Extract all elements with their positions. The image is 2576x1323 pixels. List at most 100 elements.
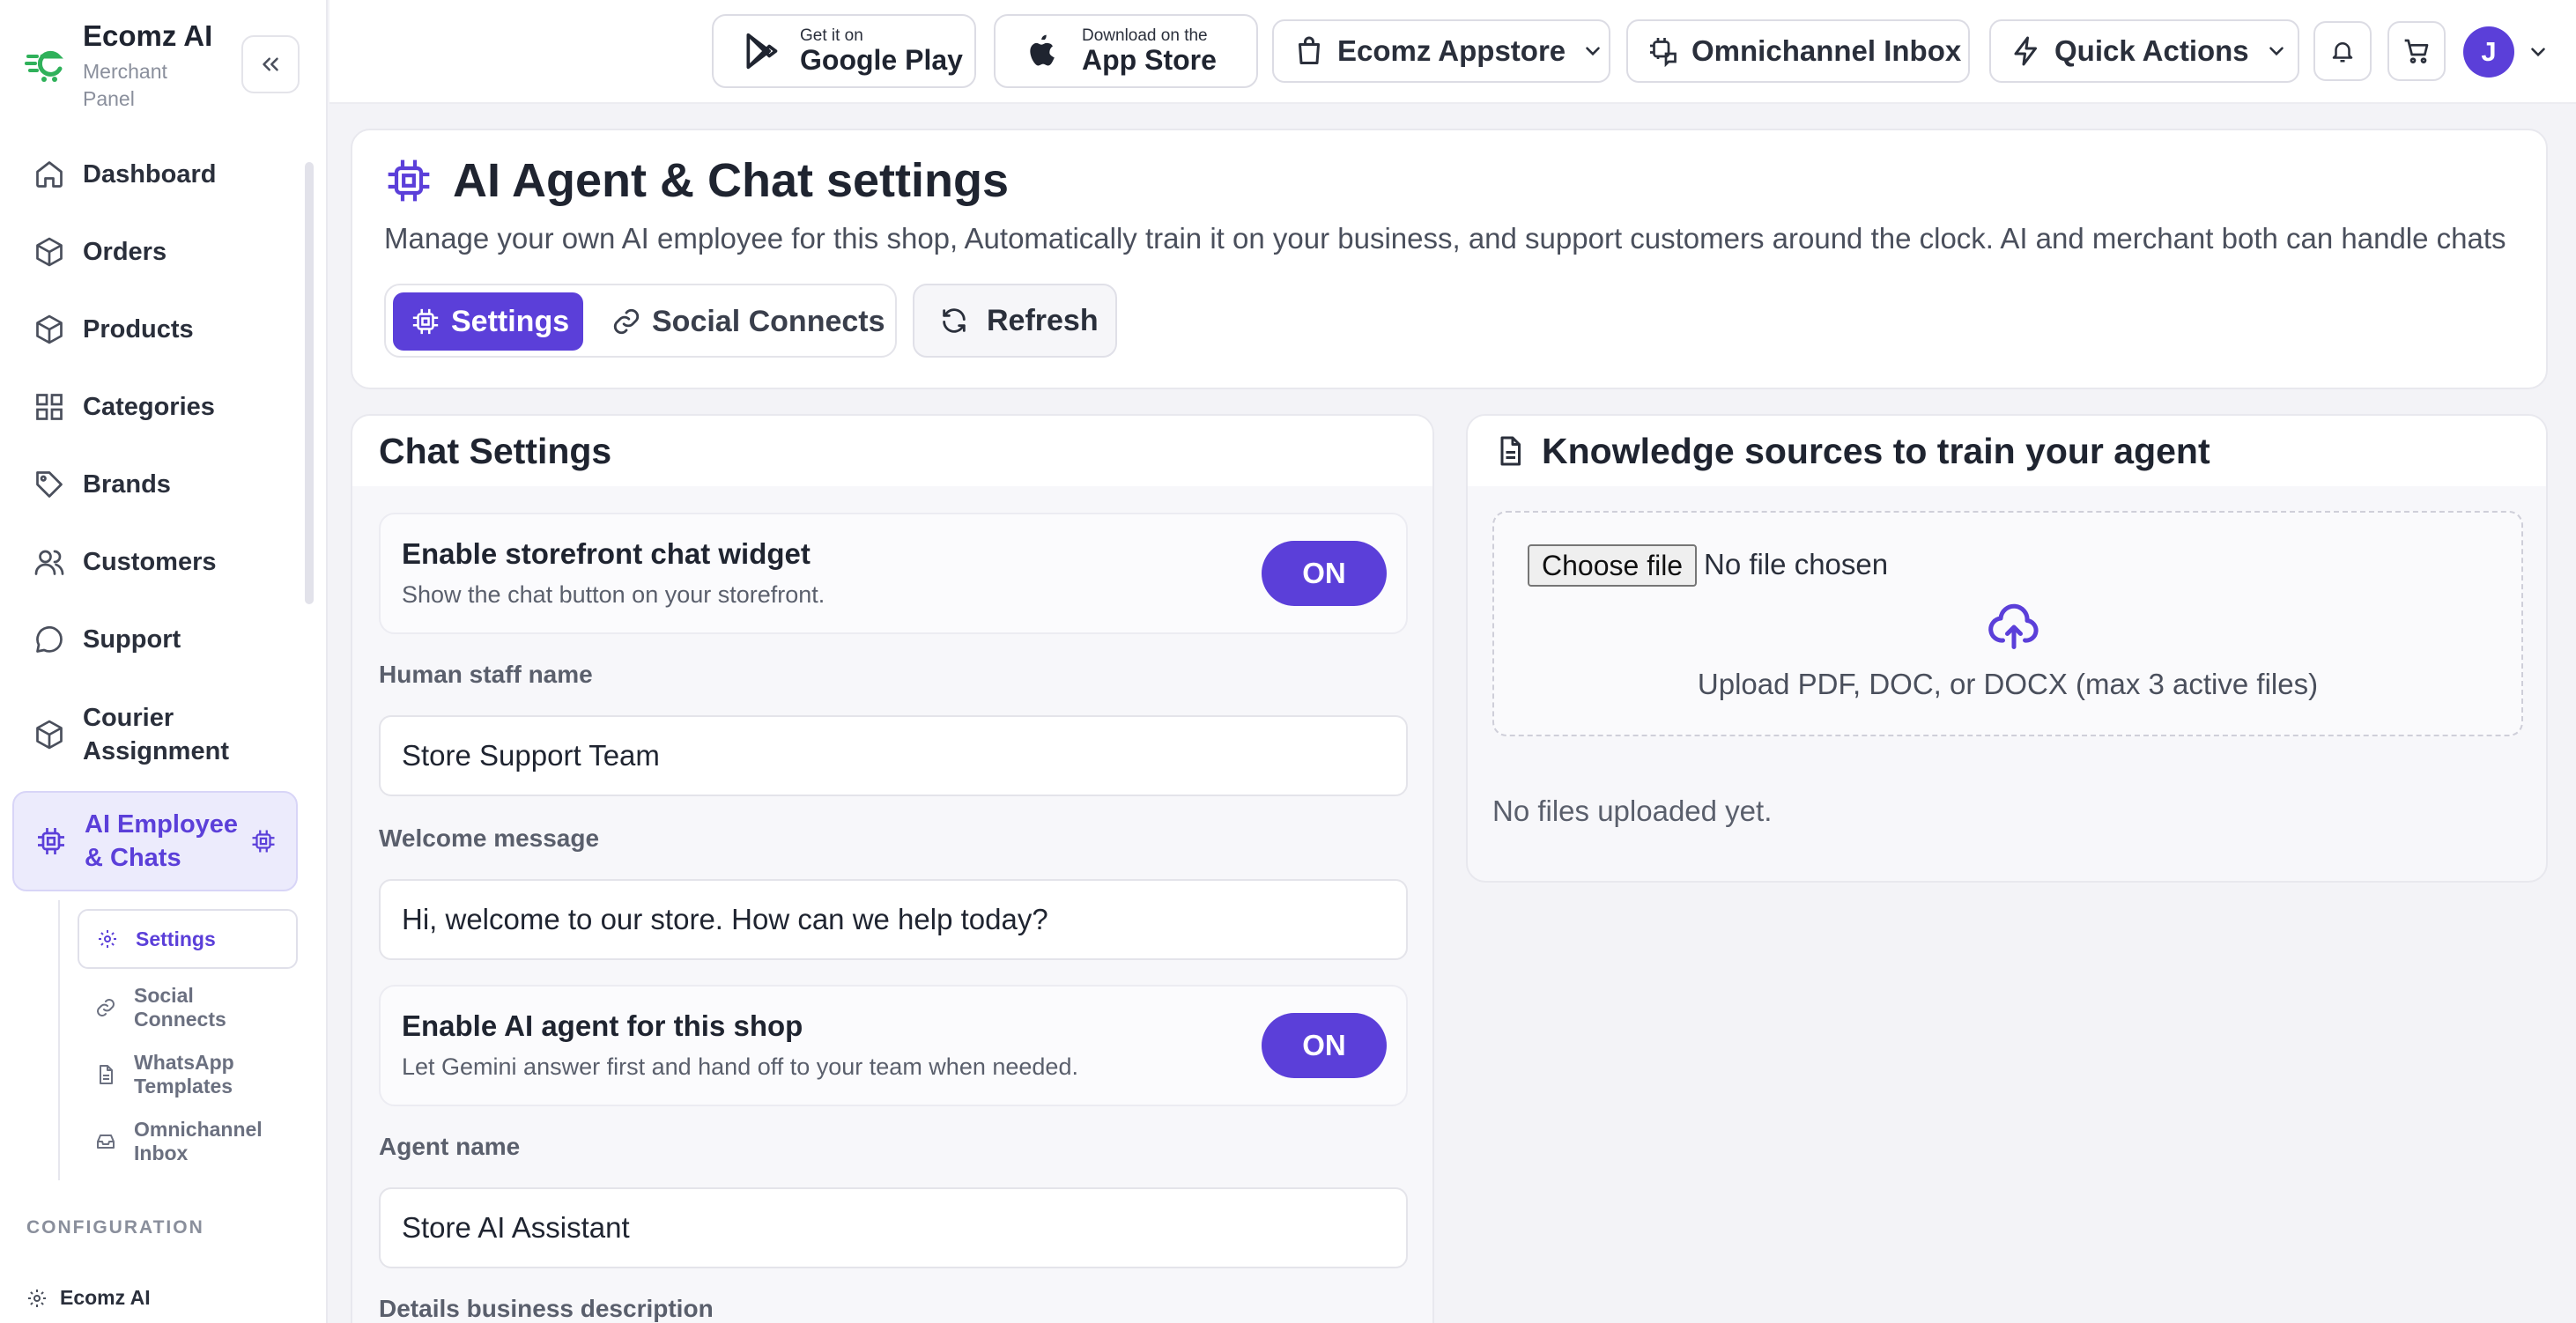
- tag-icon: [36, 471, 63, 498]
- agent-name-input[interactable]: Store AI Assistant: [379, 1187, 1408, 1268]
- sidebar-item-brands[interactable]: Brands: [12, 453, 296, 516]
- business-description-label: Details business description: [379, 1295, 714, 1322]
- chevron-down-icon: [1586, 47, 1600, 56]
- subnav-item-label: Omnichannel Inbox: [134, 1118, 263, 1164]
- omnichannel-inbox-label: Omnichannel Inbox: [1691, 34, 1962, 67]
- cart-button[interactable]: [2387, 21, 2446, 81]
- cloud-upload-icon: [1988, 603, 2039, 649]
- refresh-button[interactable]: Refresh: [913, 284, 1117, 358]
- toggle-subtitle: Show the chat button on your storefront.: [402, 581, 825, 608]
- toggle-subtitle: Let Gemini answer first and hand off to …: [402, 1053, 1078, 1080]
- subnav-item-social-connects[interactable]: Social Connects: [78, 983, 298, 1032]
- sidebar-item-orders[interactable]: Orders: [12, 220, 296, 284]
- chevron-down-icon[interactable]: [2527, 41, 2550, 63]
- chevrons-left-icon: [263, 57, 278, 71]
- subnav-item-omnichannel-inbox[interactable]: Omnichannel Inbox: [78, 1117, 298, 1166]
- chip-icon: [388, 159, 430, 202]
- sidebar-item-categories[interactable]: Categories: [12, 375, 296, 439]
- knowledge-sources-header: Knowledge sources to train your agent: [1468, 416, 2546, 486]
- collapse-sidebar-button[interactable]: [241, 35, 300, 93]
- sidebar-item-ai-employee[interactable]: AI Employee & Chats: [12, 791, 298, 891]
- file-dropzone[interactable]: Choose file No file chosen Upload PDF, D…: [1492, 511, 2523, 736]
- quick-actions-dropdown[interactable]: Quick Actions: [1989, 19, 2299, 83]
- cart-icon: [2404, 39, 2429, 63]
- apple-icon: [1030, 34, 1055, 66]
- section-label-configuration: CONFIGURATION: [26, 1217, 204, 1238]
- ecomz-logo-icon: [25, 50, 63, 82]
- google-play-big-label: Google Play: [800, 44, 963, 76]
- subnav-item-label: Social Connects: [134, 984, 226, 1031]
- google-play-small-label: Get it on: [800, 26, 863, 45]
- subnav-item-label: WhatsApp Templates: [134, 1051, 234, 1098]
- box-icon: [36, 237, 63, 267]
- chevron-down-icon: [2269, 47, 2284, 56]
- refresh-icon: [943, 308, 966, 333]
- link-icon: [613, 308, 640, 335]
- app-store-button[interactable]: Download on the App Store: [994, 14, 1258, 88]
- tab-settings[interactable]: Settings: [393, 292, 583, 351]
- document-icon: [100, 1065, 113, 1084]
- welcome-message-label: Welcome message: [379, 824, 600, 852]
- app-store-small-label: Download on the: [1082, 26, 1208, 45]
- page-header-card: AI Agent & Chat settings Manage your own…: [351, 129, 2548, 389]
- subnav-item-settings[interactable]: Settings: [78, 909, 298, 969]
- choose-file-button[interactable]: Choose file: [1528, 544, 1698, 587]
- welcome-message-input[interactable]: Hi, welcome to our store. How can we hel…: [379, 879, 1408, 960]
- subnav-item-whatsapp-templates[interactable]: WhatsApp Templates: [78, 1050, 298, 1099]
- sidebar-item-label: Support: [83, 625, 181, 654]
- agent-name-label: Agent name: [379, 1133, 521, 1160]
- sidebar-item-label: Customers: [83, 547, 217, 576]
- notifications-button[interactable]: [2313, 21, 2372, 81]
- ai-agent-toggle-row: Enable AI agent for this shop Let Gemini…: [379, 985, 1408, 1106]
- page-description: Manage your own AI employee for this sho…: [384, 222, 2506, 255]
- brand-subtitle: Merchant Panel: [83, 60, 167, 110]
- shopping-bag-icon: [1299, 36, 1320, 64]
- sidebar-item-label: Categories: [83, 392, 215, 421]
- chip-icon: [252, 830, 275, 853]
- sidebar-scrollbar[interactable]: [305, 162, 314, 604]
- chat-bubble-icon: [36, 626, 63, 653]
- empty-files-message: No files uploaded yet.: [1492, 795, 1773, 827]
- lightning-icon: [2014, 36, 2037, 66]
- sidebar-item-label: AI Employee & Chats: [85, 810, 239, 872]
- toggle-title: Enable storefront chat widget: [402, 537, 811, 570]
- sidebar-item-label: Ecomz AI: [60, 1286, 151, 1309]
- sidebar-item-label: Brands: [83, 469, 171, 499]
- ai-agent-toggle[interactable]: ON: [1262, 1013, 1387, 1078]
- grid-icon: [36, 394, 63, 420]
- upload-hint: Upload PDF, DOC, or DOCX (max 3 active f…: [1697, 668, 2319, 700]
- box-icon: [36, 314, 63, 344]
- sidebar-item-customers[interactable]: Customers: [12, 530, 296, 594]
- app-store-big-label: App Store: [1082, 44, 1217, 76]
- sidebar-item-label: Dashboard: [83, 159, 217, 188]
- knowledge-sources-title: Knowledge sources to train your agent: [1542, 430, 2210, 471]
- user-avatar[interactable]: J: [2463, 26, 2514, 78]
- chip-message-icon: [1650, 38, 1677, 67]
- google-play-button[interactable]: Get it on Google Play: [712, 14, 976, 88]
- top-bar: Get it on Google Play Download on the Ap…: [329, 0, 2576, 104]
- tab-social-connects[interactable]: Social Connects: [594, 292, 885, 351]
- staff-name-label: Human staff name: [379, 661, 593, 688]
- sidebar-item-products[interactable]: Products: [12, 298, 296, 361]
- document-icon: [1500, 436, 1521, 466]
- google-play-icon: [746, 33, 778, 70]
- sidebar-item-support[interactable]: Support: [12, 608, 296, 671]
- chip-icon: [38, 828, 64, 854]
- storefront-widget-toggle-row: Enable storefront chat widget Show the c…: [379, 513, 1408, 634]
- quick-actions-label: Quick Actions: [2054, 34, 2249, 67]
- sidebar-item-courier-assignment[interactable]: Courier Assignment: [12, 694, 296, 775]
- ecomz-appstore-dropdown[interactable]: Ecomz Appstore: [1272, 19, 1610, 83]
- sidebar-item-dashboard[interactable]: Dashboard: [12, 143, 296, 206]
- chip-icon: [412, 308, 439, 335]
- omnichannel-inbox-button[interactable]: Omnichannel Inbox: [1626, 19, 1970, 83]
- home-icon: [36, 161, 63, 188]
- gear-icon: [99, 930, 116, 948]
- staff-name-input[interactable]: Store Support Team: [379, 715, 1408, 796]
- brand[interactable]: Ecomz AI Merchant Panel: [25, 19, 212, 113]
- inbox-icon: [97, 1135, 115, 1149]
- gear-icon: [28, 1289, 46, 1307]
- sidebar: Ecomz AI Merchant Panel Dashboard Orders…: [0, 0, 328, 1323]
- storefront-widget-toggle[interactable]: ON: [1262, 541, 1387, 606]
- sidebar-item-ecomz-ai-config[interactable]: Ecomz AI: [26, 1286, 151, 1310]
- brand-name: Ecomz AI: [83, 19, 213, 52]
